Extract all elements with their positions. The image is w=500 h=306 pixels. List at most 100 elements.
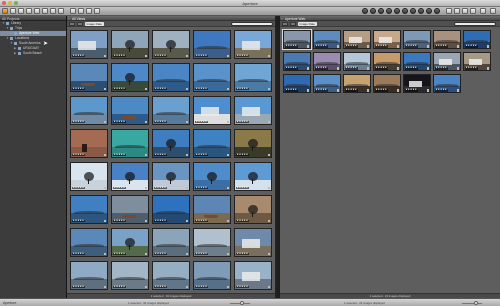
import-icon[interactable] (58, 8, 64, 14)
sort-select[interactable]: Image Date (85, 22, 104, 26)
photo-thumbnail[interactable]: ★★★★★ (70, 30, 108, 59)
keywords-icon[interactable] (470, 8, 476, 14)
rating-stars[interactable]: ★★★★★ (112, 285, 127, 289)
rating-stars[interactable]: ★★★★★ (153, 219, 168, 223)
filter-menu-button[interactable] (282, 22, 288, 26)
rating-stars[interactable]: ★★★★★ (194, 54, 209, 58)
browser-view-icon[interactable] (70, 8, 76, 14)
search-field[interactable] (231, 22, 273, 26)
project-item[interactable]: ▶ South Beach (0, 51, 66, 56)
photo-thumbnail[interactable]: ★★★★★ (70, 63, 108, 92)
adjustments-icon[interactable] (462, 8, 468, 14)
rating-stars[interactable]: ★★★★★ (112, 153, 127, 157)
photo-thumbnail[interactable]: ★★★★★ (70, 228, 108, 257)
photo-thumbnail[interactable]: ★★★★★ (234, 228, 272, 257)
rating-stars[interactable]: ★★★★★ (314, 89, 328, 92)
new-project-icon[interactable] (2, 8, 8, 14)
photo-thumbnail[interactable]: ★★★★★ (193, 261, 231, 290)
photo-thumbnail[interactable]: ★★★★★ (433, 52, 461, 71)
rating-stars[interactable]: ★★★★★ (314, 45, 328, 48)
photo-thumbnail[interactable]: ★★★★★ (70, 96, 108, 125)
photo-thumbnail[interactable]: ★★★★★ (111, 63, 149, 92)
new-folder-icon[interactable] (10, 8, 16, 14)
pane-tab-label[interactable]: Aperture Web (285, 17, 305, 21)
close-tab-icon[interactable]: × (281, 17, 283, 21)
photo-thumbnail[interactable]: ★★★★★ (152, 162, 190, 191)
rating-stars[interactable]: ★★★★★ (464, 45, 478, 48)
rating-stars[interactable]: ★★★★★ (235, 252, 250, 256)
photo-thumbnail[interactable]: ★★★★★ (193, 96, 231, 125)
rating-stars[interactable]: ★★★★★ (112, 120, 127, 124)
photo-thumbnail[interactable]: ★★★★★ (152, 195, 190, 224)
rating-stars[interactable]: ★★★★★ (71, 186, 86, 190)
photo-thumbnail[interactable]: ★★★★★ (433, 74, 461, 93)
photo-thumbnail[interactable]: ★★★★★ (403, 30, 431, 49)
rating-stars[interactable]: ★★★★★ (235, 87, 250, 91)
photo-thumbnail[interactable]: ★★★★★ (111, 261, 149, 290)
rating-stars[interactable]: ★★★★★ (71, 120, 86, 124)
rating-stars[interactable]: ★★★★★ (235, 186, 250, 190)
photo-thumbnail[interactable]: ★★★★★ (313, 74, 341, 93)
rating-stars[interactable]: ★★★★★ (153, 186, 168, 190)
photo-thumbnail[interactable]: ★★★★★ (234, 195, 272, 224)
search-field[interactable] (454, 22, 496, 26)
photo-thumbnail[interactable]: ★★★★★ (111, 228, 149, 257)
photo-thumbnail[interactable]: ★★★★★ (193, 63, 231, 92)
rating-stars[interactable]: ★★★★★ (194, 186, 209, 190)
photo-thumbnail[interactable]: ★★★★★ (234, 63, 272, 92)
rating-stars[interactable]: ★★★★★ (235, 120, 250, 124)
photo-thumbnail[interactable]: ★★★★★ (152, 228, 190, 257)
rating-stars[interactable]: ★★★★★ (112, 252, 127, 256)
straighten-icon[interactable] (386, 8, 392, 14)
photo-thumbnail[interactable]: ★★★★★ (313, 52, 341, 71)
photo-thumbnail[interactable]: ★★★★★ (193, 228, 231, 257)
photo-thumbnail[interactable]: ★★★★★ (234, 162, 272, 191)
photo-thumbnail[interactable]: ★★★★★ (70, 261, 108, 290)
photo-thumbnail[interactable]: ★★★★★ (111, 30, 149, 59)
rating-stars[interactable]: ★★★★★ (434, 45, 448, 48)
rating-stars[interactable]: ★★★★★ (153, 153, 168, 157)
thumbnail-size-slider[interactable] (230, 301, 250, 305)
thumbnail-size-slider[interactable] (462, 301, 482, 305)
photo-thumbnail[interactable]: ★★★★★ (111, 96, 149, 125)
rating-stars[interactable]: ★★★★★ (71, 219, 86, 223)
rating-stars[interactable]: ★★★★★ (153, 120, 168, 124)
photo-thumbnail[interactable]: ★★★★★ (373, 74, 401, 93)
lift-stamp-icon[interactable] (426, 8, 432, 14)
rating-stars[interactable]: ★★★★★ (71, 252, 86, 256)
photo-thumbnail[interactable]: ★★★★★ (283, 52, 311, 71)
rating-stars[interactable]: ★★★★★ (344, 45, 358, 48)
rating-stars[interactable]: ★★★★★ (235, 219, 250, 223)
photo-thumbnail[interactable]: ★★★★★ (193, 30, 231, 59)
spot-patch-icon[interactable] (418, 8, 424, 14)
metadata-icon[interactable] (454, 8, 460, 14)
rating-stars[interactable]: ★★★★★ (374, 89, 388, 92)
photo-thumbnail[interactable]: ★★★★★ (234, 129, 272, 158)
photo-thumbnail[interactable]: ★★★★★ (152, 63, 190, 92)
rating-stars[interactable]: ★★★★★ (314, 67, 328, 70)
photo-thumbnail[interactable]: ★★★★★ (111, 195, 149, 224)
photo-thumbnail[interactable]: ★★★★★ (313, 30, 341, 49)
rotate-right-icon[interactable] (378, 8, 384, 14)
rating-stars[interactable]: ★★★★★ (235, 285, 250, 289)
selection-tool-icon[interactable] (362, 8, 368, 14)
rating-stars[interactable]: ★★★★★ (153, 252, 168, 256)
rating-stars[interactable]: ★★★★★ (464, 67, 478, 70)
rating-stars[interactable]: ★★★★★ (235, 54, 250, 58)
photo-thumbnail[interactable]: ★★★★★ (70, 129, 108, 158)
rotate-left-icon[interactable] (370, 8, 376, 14)
photo-thumbnail[interactable]: ★★★★★ (463, 52, 491, 71)
viewer-view-icon[interactable] (86, 8, 92, 14)
sort-button[interactable] (77, 22, 83, 26)
photo-thumbnail[interactable]: ★★★★★ (234, 96, 272, 125)
disclosure-closed-icon[interactable]: ▶ (14, 51, 16, 56)
rating-stars[interactable]: ★★★★★ (374, 67, 388, 70)
photo-thumbnail[interactable]: ★★★★★ (193, 195, 231, 224)
email-icon[interactable] (94, 8, 100, 14)
hide-panels-icon[interactable] (490, 8, 496, 14)
rating-stars[interactable]: ★★★★★ (112, 219, 127, 223)
photo-thumbnail[interactable]: ★★★★★ (403, 52, 431, 71)
photo-thumbnail[interactable]: ★★★★★ (152, 30, 190, 59)
photo-thumbnail[interactable]: ★★★★★ (111, 162, 149, 191)
rating-stars[interactable]: ★★★★★ (404, 67, 418, 70)
